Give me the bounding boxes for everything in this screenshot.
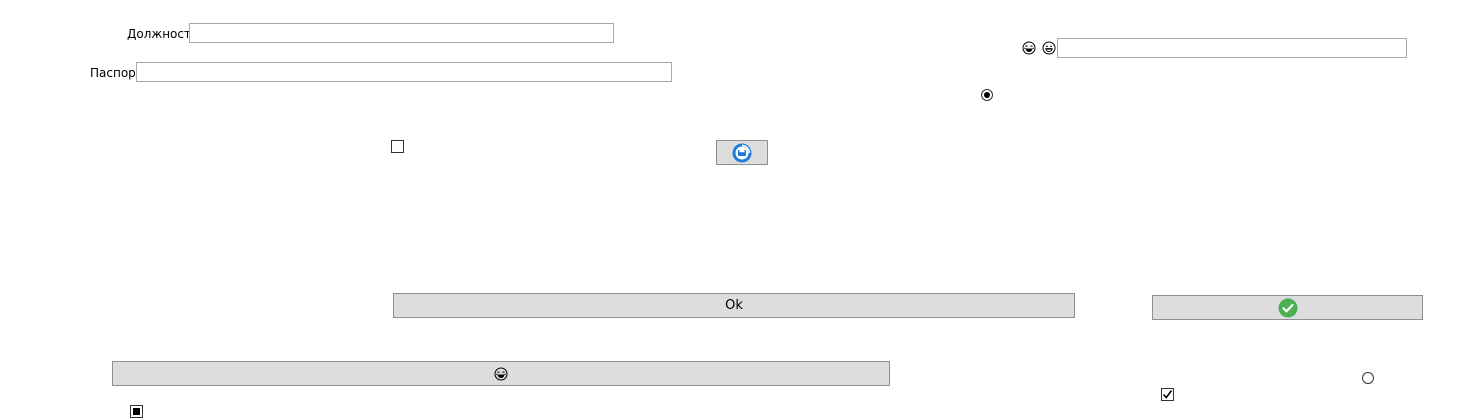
laughing-face-icon [494,367,508,380]
confirm-button[interactable] [1152,295,1423,320]
passport-field[interactable] [136,62,672,82]
ok-button[interactable]: Ok [393,293,1075,318]
radio-top[interactable] [981,89,993,101]
radio-bottom[interactable] [1362,372,1374,384]
checkbox-bottom-left[interactable] [130,405,143,418]
emoji-button[interactable] [112,361,890,386]
indeterminate-mark [133,408,140,415]
position-field[interactable] [189,23,614,43]
checkbox-top[interactable] [391,140,404,153]
grinning-face-icon [1042,41,1056,55]
right-text-field[interactable] [1057,38,1407,58]
green-check-circle-icon [1278,298,1297,317]
checkmark-icon [1162,390,1173,399]
laughing-face-icon [1022,41,1036,55]
radio-top-dot [984,92,990,98]
passport-label: Паспорт [90,66,143,80]
checkbox-right[interactable] [1161,388,1174,401]
save-button[interactable] [716,140,768,165]
position-label: Должность [127,27,199,41]
saving-disk-icon [732,143,752,162]
